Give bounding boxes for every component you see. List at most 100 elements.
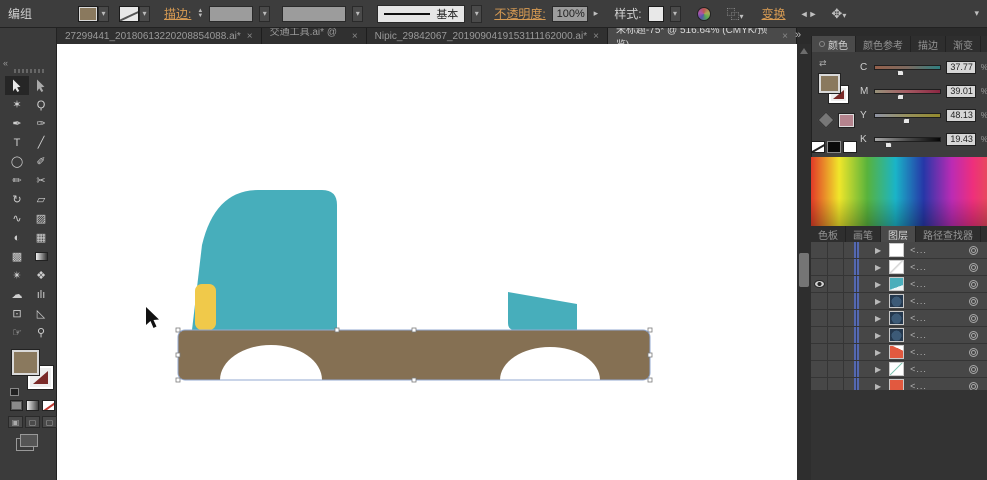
- magic-wand-tool-icon[interactable]: ✶: [5, 95, 29, 114]
- isolate-selection-icon[interactable]: ✥▾: [831, 6, 846, 22]
- visibility-cell[interactable]: [811, 310, 828, 326]
- rotate-tool-icon[interactable]: ↻: [5, 190, 29, 209]
- none-button[interactable]: [42, 400, 55, 411]
- out-of-gamut-icon[interactable]: [818, 112, 835, 129]
- stroke-weight-select[interactable]: [209, 6, 253, 22]
- opacity-link[interactable]: 不透明度:: [494, 5, 545, 22]
- slider-value-input[interactable]: 37.77: [946, 61, 976, 74]
- eyedropper-tool-icon[interactable]: ✴: [5, 266, 29, 285]
- close-icon[interactable]: ×: [352, 31, 358, 42]
- slider-thumb[interactable]: [903, 118, 910, 124]
- scale-tool-icon[interactable]: ▱: [29, 190, 53, 209]
- lock-cell[interactable]: [828, 242, 844, 258]
- lock-cell[interactable]: [828, 276, 844, 292]
- shape-builder-tool-icon[interactable]: ◐: [5, 228, 29, 247]
- expand-triangle-icon[interactable]: ▶: [875, 263, 881, 272]
- slider-thumb[interactable]: [885, 142, 892, 148]
- scroll-up-icon[interactable]: [800, 48, 808, 54]
- layer-thumbnail[interactable]: [889, 328, 904, 342]
- visibility-cell[interactable]: [811, 276, 828, 292]
- free-transform-tool-icon[interactable]: ▨: [29, 209, 53, 228]
- align-options-icon[interactable]: ⿻▾: [727, 4, 744, 23]
- layer-row[interactable]: ▶<...: [811, 327, 987, 344]
- none-swatch[interactable]: [811, 141, 825, 153]
- align-horizontal-icon[interactable]: ◄►: [800, 9, 818, 19]
- slider-track[interactable]: [874, 89, 941, 94]
- layers-panel-tab-3[interactable]: 路径查找器: [916, 226, 981, 242]
- layer-thumbnail[interactable]: [889, 294, 904, 308]
- pencil-tool-icon[interactable]: ✏: [5, 171, 29, 190]
- stroke-weight-stepper[interactable]: ▲▼: [197, 9, 203, 19]
- layer-thumbnail[interactable]: [889, 362, 904, 376]
- truck-light-shape[interactable]: [195, 284, 216, 330]
- slider-track[interactable]: [874, 65, 941, 70]
- fill-swatch[interactable]: [12, 350, 39, 375]
- layer-row[interactable]: ▶<...: [811, 259, 987, 276]
- stroke-panel-link[interactable]: 描边:: [164, 5, 191, 22]
- color-spectrum-bar[interactable]: [811, 157, 987, 226]
- white-swatch[interactable]: [843, 141, 857, 153]
- panel-grip[interactable]: [14, 69, 44, 73]
- slider-track[interactable]: [874, 113, 941, 118]
- transform-link[interactable]: 变换: [762, 5, 786, 22]
- slice-tool-icon[interactable]: ◺: [29, 304, 53, 323]
- stroke-color-button[interactable]: ▾: [119, 6, 150, 22]
- tab-overflow-button[interactable]: »: [795, 29, 801, 41]
- expand-triangle-icon[interactable]: ▶: [875, 314, 881, 323]
- chevron-down-icon[interactable]: ▾: [352, 6, 363, 22]
- expand-triangle-icon[interactable]: ▶: [875, 382, 881, 391]
- chevron-down-icon[interactable]: ▾: [259, 6, 270, 22]
- swap-fill-stroke-icon[interactable]: ⇄: [819, 58, 827, 69]
- style-swatch[interactable]: [648, 6, 664, 22]
- layer-thumbnail[interactable]: [889, 345, 904, 359]
- color-panel-tab-2[interactable]: 描边: [911, 36, 946, 52]
- curvature-tool-icon[interactable]: ✑: [29, 114, 53, 133]
- layers-panel-tab-1[interactable]: 画笔: [846, 226, 881, 242]
- target-circle-icon[interactable]: [969, 280, 978, 289]
- slider-value-input[interactable]: 39.01: [946, 85, 976, 98]
- close-icon[interactable]: ×: [782, 31, 788, 42]
- perspective-grid-tool-icon[interactable]: ▦: [29, 228, 53, 247]
- layer-thumbnail[interactable]: [889, 379, 904, 390]
- visibility-cell[interactable]: [811, 327, 828, 343]
- mesh-tool-icon[interactable]: ▩: [5, 247, 29, 266]
- layer-thumbnail[interactable]: [889, 260, 904, 274]
- eye-icon[interactable]: [814, 280, 825, 288]
- visibility-cell[interactable]: [811, 259, 828, 275]
- color-button[interactable]: [10, 400, 23, 411]
- hand-tool-icon[interactable]: ☞: [5, 323, 29, 342]
- scrollbar-thumb[interactable]: [799, 253, 809, 287]
- layer-row[interactable]: ▶<...: [811, 293, 987, 310]
- type-tool-icon[interactable]: T: [5, 133, 29, 152]
- expand-triangle-icon[interactable]: ▶: [875, 280, 881, 289]
- slider-track[interactable]: [874, 137, 941, 142]
- draw-inside-icon[interactable]: ▢: [42, 416, 57, 428]
- gradient-button[interactable]: [26, 400, 39, 411]
- document-tab-2[interactable]: Nipic_29842067_2019090419153111162000.ai…: [367, 28, 608, 44]
- opacity-input[interactable]: 100%: [552, 6, 588, 22]
- document-tab-3[interactable]: 未标题-75* @ 516.64% (CMYK/预览)×: [608, 28, 797, 44]
- column-graph-tool-icon[interactable]: ılı: [29, 285, 53, 304]
- visibility-cell[interactable]: [811, 344, 828, 360]
- zoom-tool-icon[interactable]: ⚲: [29, 323, 53, 342]
- collapse-dock-icon[interactable]: «: [3, 58, 8, 68]
- visibility-cell[interactable]: [811, 361, 828, 377]
- draw-normal-icon[interactable]: ▣: [8, 416, 23, 428]
- lock-cell[interactable]: [828, 344, 844, 360]
- target-circle-icon[interactable]: [969, 365, 978, 374]
- layer-thumbnail[interactable]: [889, 311, 904, 325]
- panel-fill-swatch[interactable]: [819, 74, 840, 93]
- black-swatch[interactable]: [827, 141, 841, 153]
- lock-cell[interactable]: [828, 293, 844, 309]
- pen-tool-icon[interactable]: ✒: [5, 114, 29, 133]
- close-icon[interactable]: ×: [247, 31, 253, 42]
- artboard-canvas[interactable]: [57, 44, 797, 480]
- layer-row[interactable]: ▶<...: [811, 276, 987, 293]
- shape-tool-icon[interactable]: ◯: [5, 152, 29, 171]
- expand-triangle-icon[interactable]: ▶: [875, 348, 881, 357]
- paintbrush-tool-icon[interactable]: ✐: [29, 152, 53, 171]
- chevron-right-icon[interactable]: ▸: [594, 8, 599, 19]
- chevron-down-icon[interactable]: ▾: [670, 6, 681, 22]
- vertical-scrollbar[interactable]: [797, 44, 811, 480]
- layers-panel-tab-2[interactable]: 图层: [881, 226, 916, 242]
